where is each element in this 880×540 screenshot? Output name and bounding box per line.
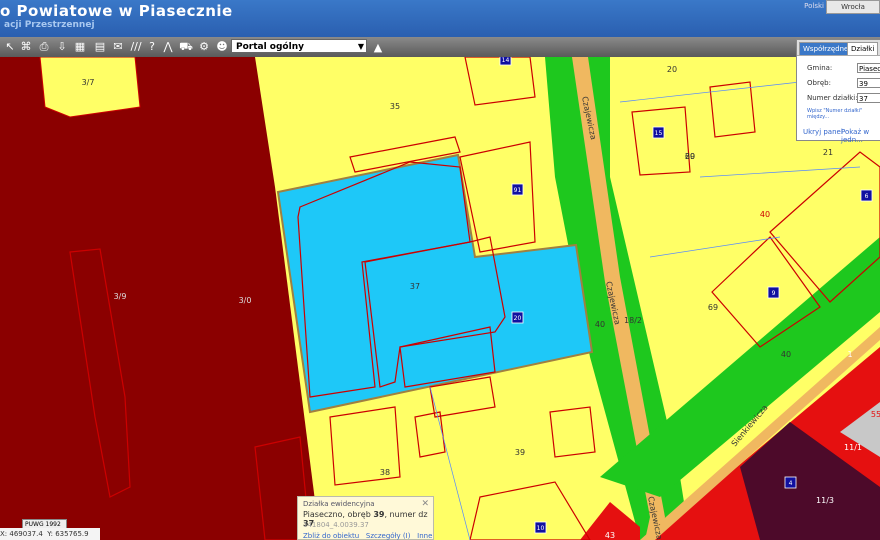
- parcel-number-label: 35: [390, 102, 400, 111]
- login-button[interactable]: Wrocła: [826, 0, 880, 14]
- parcel-number-label: 3/7: [82, 78, 95, 87]
- parcel-number-label: 11/3: [816, 496, 834, 505]
- toolbar: ↖ ⌘ ⎙ ⇩ ▦ ▤ ✉///? ⋀ ⛟ ⚙ ☻: [0, 37, 880, 58]
- hatch-icon[interactable]: ///: [128, 38, 144, 55]
- parcel-number-label: 1: [847, 350, 852, 359]
- parcel-number-label: 69: [685, 152, 695, 161]
- print-icon[interactable]: ⎙: [36, 38, 52, 55]
- app-header: o Powiatowe w Piasecznie acji Przestrzen…: [0, 0, 880, 37]
- x-value: 469037.4: [9, 530, 43, 538]
- parcel-number-label: 40: [781, 350, 791, 359]
- download-icon[interactable]: ⇩: [54, 38, 70, 55]
- popup-title: Działka ewidencyjna: [303, 500, 375, 508]
- svg-text:6: 6: [865, 193, 869, 200]
- building-number-badge: 14: [499, 57, 512, 66]
- numer-label: Numer działki:: [807, 94, 858, 102]
- parcel-number-label: 21: [823, 148, 833, 157]
- building-number-badge: 6: [860, 189, 873, 202]
- layers-icon[interactable]: ▦: [72, 38, 88, 55]
- gmina-label: Gmina:: [807, 64, 833, 72]
- chat-icon[interactable]: ✉: [110, 38, 126, 55]
- coordinate-readout: X: 469037.4 Y: 635765.9: [0, 528, 100, 540]
- parcel-number-label: 55: [871, 410, 880, 419]
- svg-text:4: 4: [789, 480, 793, 487]
- close-icon[interactable]: ✕: [421, 499, 429, 509]
- hide-panel-link[interactable]: Ukryj panel: [803, 128, 843, 136]
- tab-wspolrzedne[interactable]: Współrzędne: [799, 42, 853, 55]
- parcel-popup: Działka ewidencyjna ✕ Piaseczno, obręb 3…: [297, 496, 434, 540]
- parcel-number-label: 40: [595, 320, 605, 329]
- parcel-number-label: 3/0: [239, 296, 252, 305]
- numer-field[interactable]: 37: [857, 93, 880, 103]
- building-number-badge: 15: [652, 126, 665, 139]
- split-icon[interactable]: ⋀: [160, 38, 176, 55]
- settings-icon[interactable]: ⚙: [196, 38, 212, 55]
- app-subtitle: acji Przestrzennej: [4, 20, 95, 30]
- measure-line-icon[interactable]: ↖: [2, 38, 18, 55]
- cart-icon[interactable]: ⛟: [178, 38, 194, 55]
- terrain-icon[interactable]: ▲: [370, 39, 386, 56]
- popup-links: Zbliż do obiektu Szczegóły (I) Inne: [303, 532, 432, 540]
- parcel-number-label: 69: [708, 303, 718, 312]
- show-link[interactable]: Pokaż w jedn...: [841, 128, 880, 144]
- building-number-badge: 20: [511, 311, 524, 324]
- app-title: o Powiatowe w Piasecznie: [0, 2, 233, 20]
- obreb-field[interactable]: 39: [857, 78, 880, 88]
- search-panel: Współrzędne Działki Gmina: Piaseczno Obr…: [796, 39, 880, 144]
- svg-text:10: 10: [537, 525, 545, 532]
- y-label: Y:: [47, 530, 53, 538]
- tab-dzialki[interactable]: Działki: [847, 42, 879, 55]
- svg-text:20: 20: [514, 315, 522, 322]
- parcel-number-label: 40: [760, 210, 770, 219]
- details-link[interactable]: Szczegóły (I): [366, 532, 411, 540]
- language-link[interactable]: Polski: [804, 2, 824, 10]
- y-value: 635765.9: [55, 530, 89, 538]
- building-number-badge: 10: [534, 521, 547, 534]
- parcel-number-label: 38: [380, 468, 390, 477]
- zoom-to-object-link[interactable]: Zbliż do obiektu: [303, 532, 359, 540]
- svg-text:91: 91: [514, 187, 522, 194]
- svg-text:9: 9: [772, 290, 776, 297]
- portal-select[interactable]: Portal ogólny ▼: [231, 39, 367, 53]
- gmina-field[interactable]: Piaseczno: [857, 63, 880, 73]
- building-number-badge: 9: [767, 286, 780, 299]
- building-number-badge: 91: [511, 183, 524, 196]
- svg-text:15: 15: [655, 130, 663, 137]
- popup-parcel-id: 141804_4.0039.37: [303, 521, 369, 529]
- obreb-label: Obręb:: [807, 79, 831, 87]
- users-icon[interactable]: ☻: [214, 38, 230, 55]
- parcel-number-label: 39: [515, 448, 525, 457]
- parcel-number-label: 3/9: [114, 292, 127, 301]
- building-number-badge: 4: [784, 476, 797, 489]
- table-icon[interactable]: ▤: [92, 38, 108, 55]
- x-label: X:: [0, 530, 8, 538]
- parcel-number-label: 18/2: [624, 316, 642, 325]
- map-view[interactable]: 3/7 35 3/9 3/0 37 20 38 39 40 40 18/2 69 20 21 40 1 11/1…: [0, 57, 880, 540]
- link-icon[interactable]: ⌘: [18, 38, 34, 55]
- chevron-down-icon: ▼: [357, 42, 364, 51]
- portal-select-value: Portal ogólny: [236, 42, 304, 52]
- parcel-number-label: 11/1: [844, 443, 862, 452]
- parcel-number-label: 20: [667, 65, 677, 74]
- parcel-number-label: 37: [410, 282, 420, 291]
- other-link[interactable]: Inne: [417, 532, 432, 540]
- panel-tabs: Współrzędne Działki: [797, 40, 880, 56]
- svg-text:14: 14: [502, 57, 510, 64]
- help-icon[interactable]: ?: [144, 38, 160, 55]
- panel-hint: Wpisz "Numer działki" między...: [807, 108, 863, 120]
- parcel-number-label: 43: [605, 531, 615, 540]
